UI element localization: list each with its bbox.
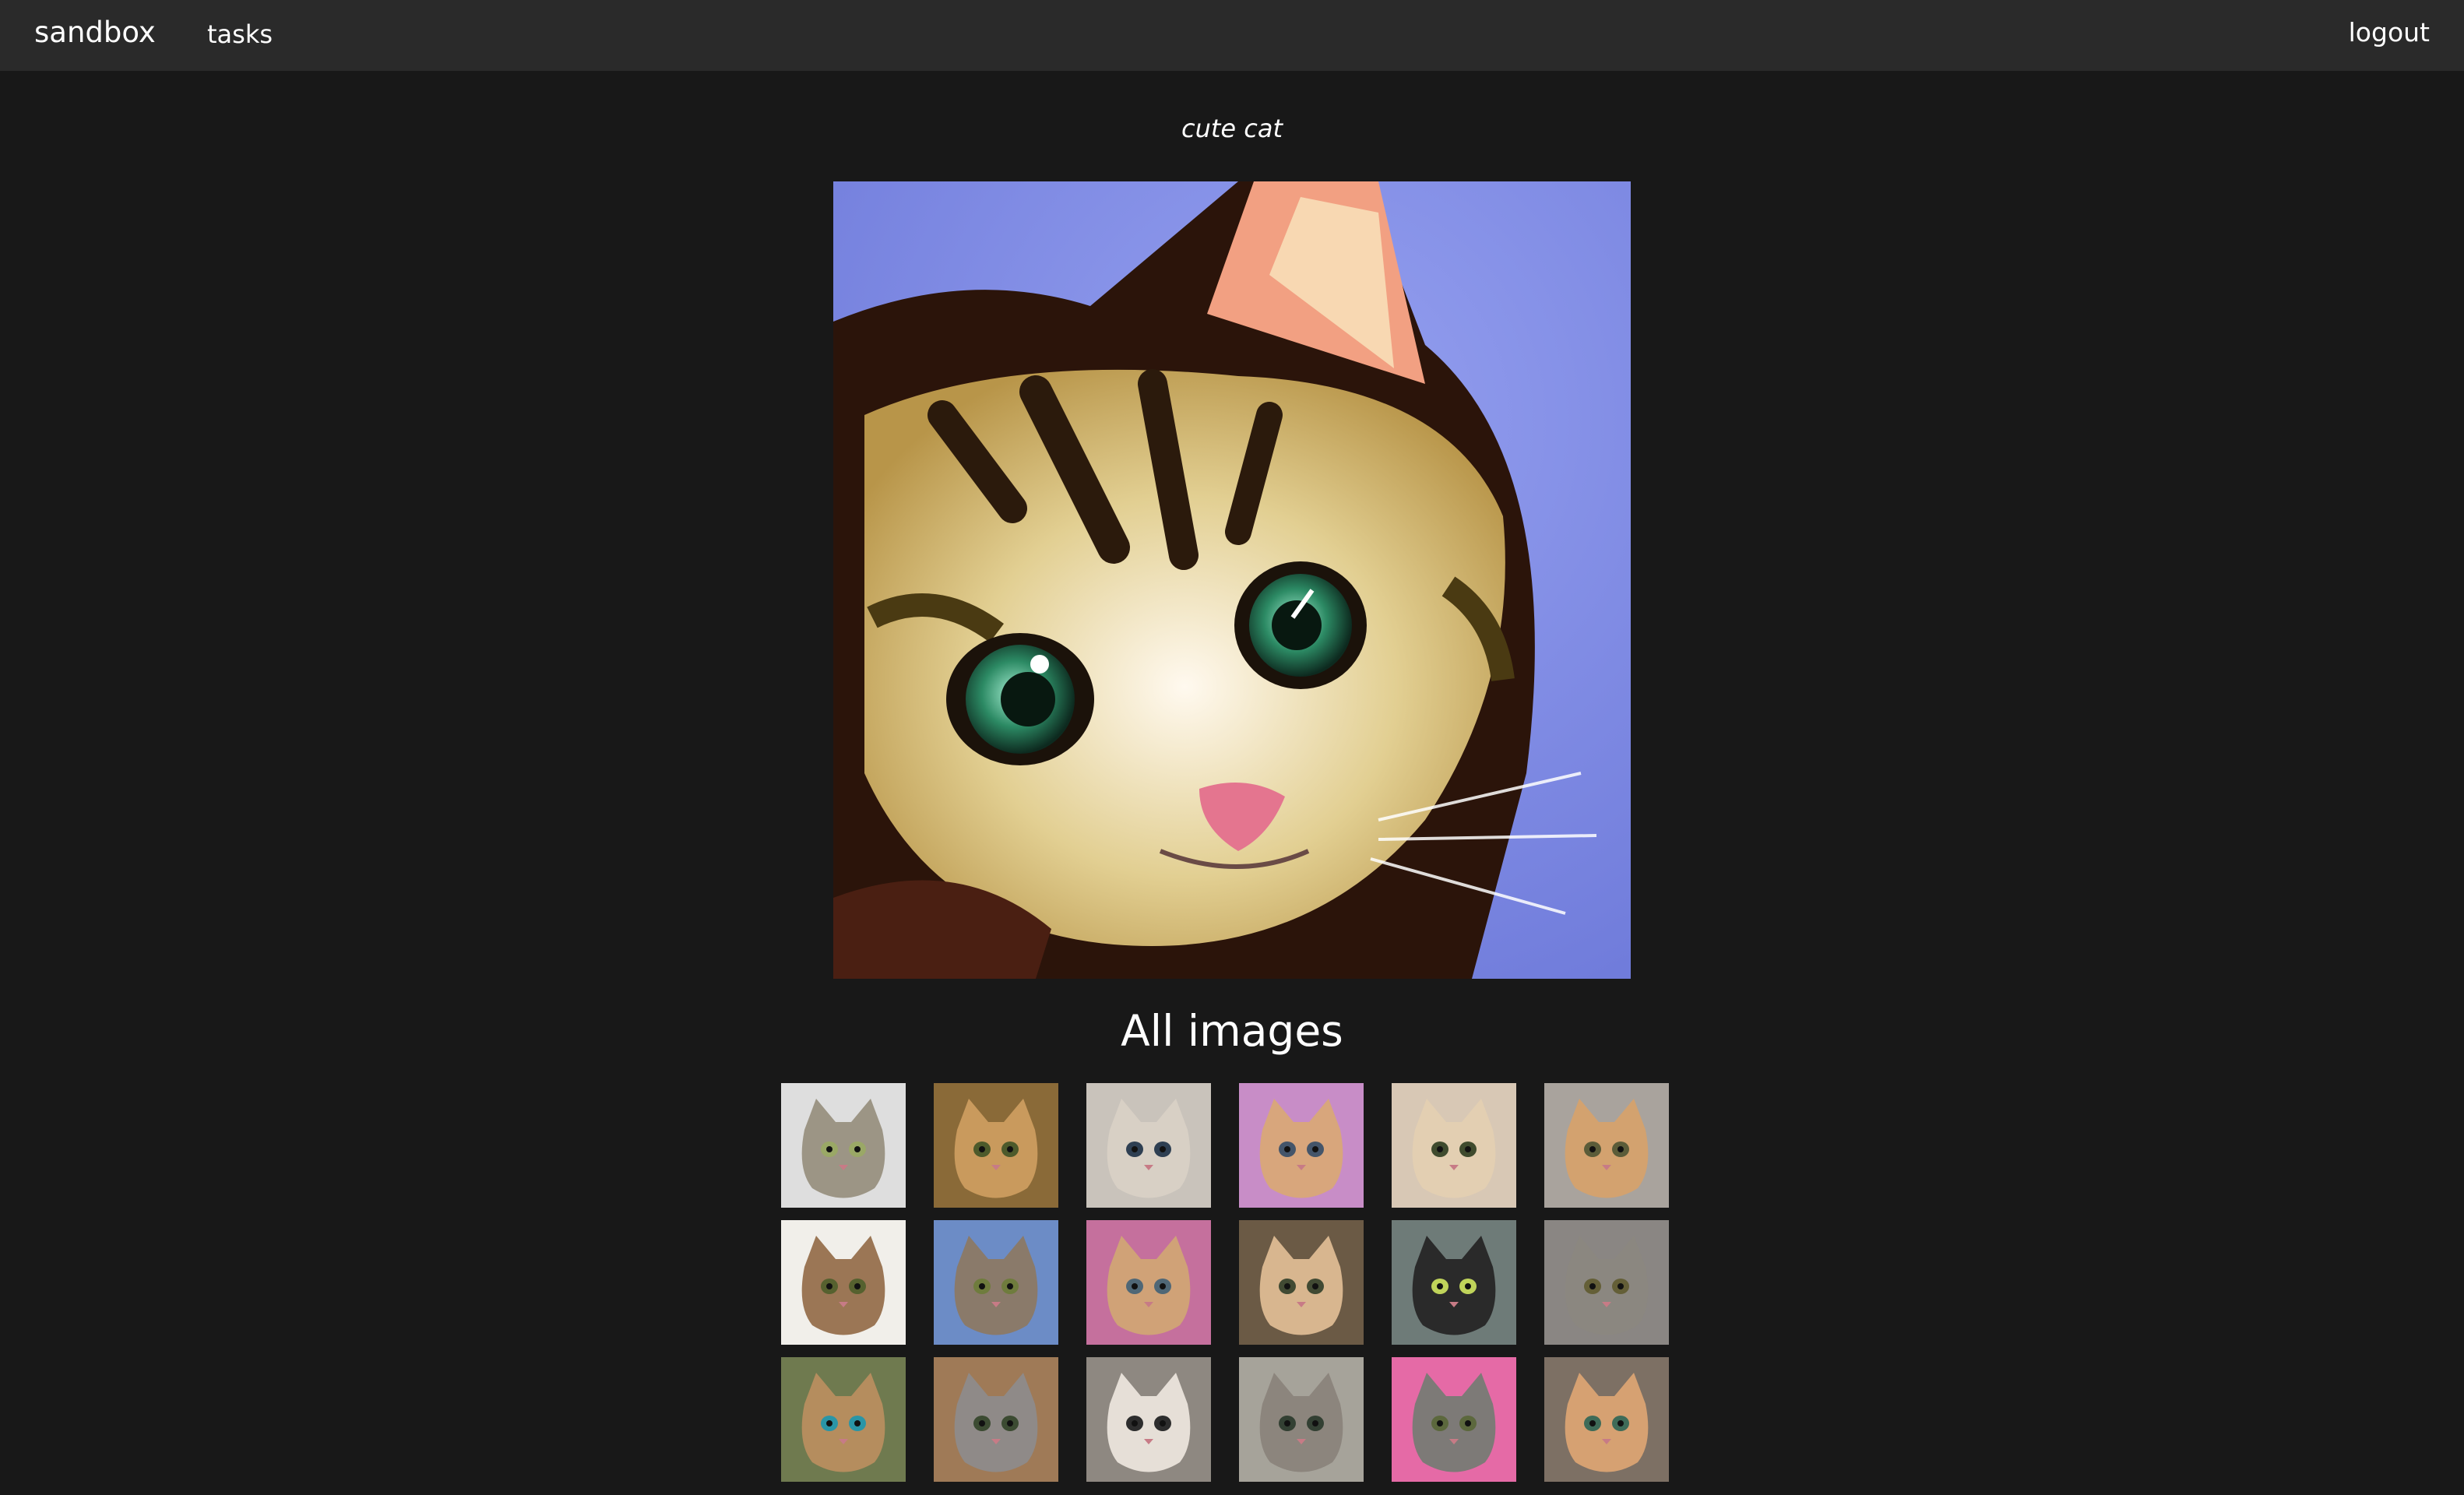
thumbnail-image[interactable] <box>1086 1357 1211 1482</box>
thumbnail-image[interactable] <box>1239 1220 1364 1345</box>
image-grid <box>781 1083 1671 1495</box>
main-generated-image <box>833 181 1631 979</box>
tasks-link[interactable]: tasks <box>207 17 273 51</box>
thumbnail-image[interactable] <box>934 1357 1058 1482</box>
cat-illustration <box>833 181 1631 979</box>
thumbnail-image[interactable] <box>781 1357 906 1482</box>
thumbnail-image[interactable] <box>1544 1357 1669 1482</box>
thumbnail-image[interactable] <box>1544 1220 1669 1345</box>
thumbnail-image[interactable] <box>1239 1083 1364 1208</box>
logout-link[interactable]: logout <box>2349 16 2430 50</box>
thumbnail-image[interactable] <box>781 1220 906 1345</box>
gallery-title: All images <box>1121 1006 1343 1056</box>
thumbnail-image[interactable] <box>1392 1357 1516 1482</box>
brand-link[interactable]: sandbox <box>34 14 156 51</box>
thumbnail-image[interactable] <box>934 1083 1058 1208</box>
thumbnail-image[interactable] <box>781 1083 906 1208</box>
thumbnail-image[interactable] <box>1392 1083 1516 1208</box>
thumbnail-image[interactable] <box>1544 1083 1669 1208</box>
prompt-text: cute cat <box>1181 114 1283 143</box>
thumbnail-image[interactable] <box>1086 1220 1211 1345</box>
thumbnail-image[interactable] <box>1239 1357 1364 1482</box>
thumbnail-image[interactable] <box>934 1220 1058 1345</box>
top-navbar: sandbox tasks logout <box>0 0 2464 71</box>
thumbnail-image[interactable] <box>1086 1083 1211 1208</box>
thumbnail-image[interactable] <box>1392 1220 1516 1345</box>
